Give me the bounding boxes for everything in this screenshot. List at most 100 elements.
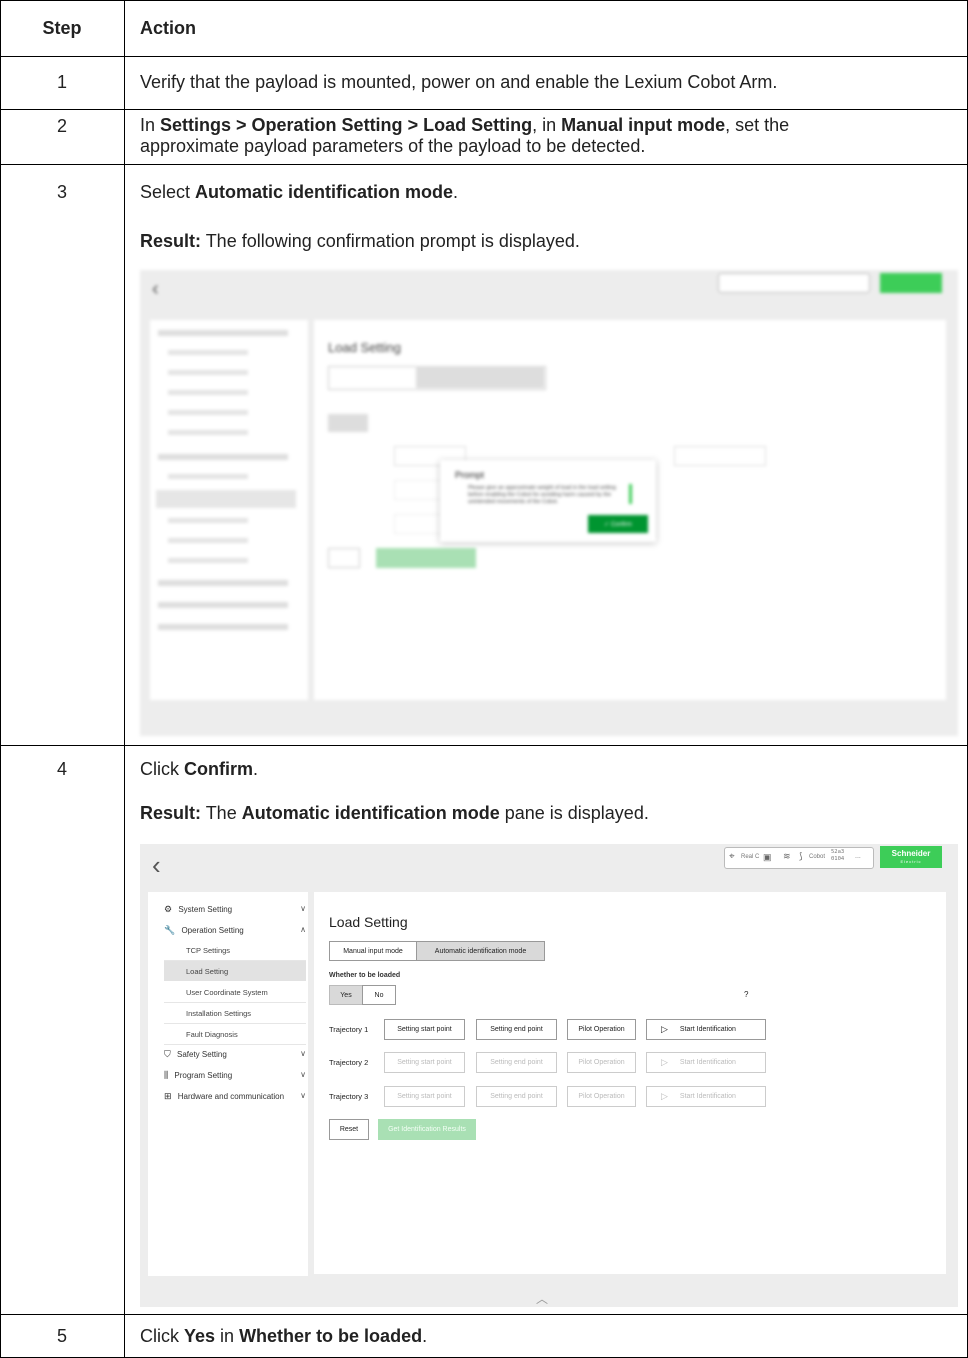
sidebar-item-operation-setting[interactable]: 🔧 Operation Setting ∧ <box>164 925 306 936</box>
sidebar-item-tcp-settings[interactable]: TCP Settings <box>164 940 306 961</box>
chevron-down-icon: ∨ <box>300 1070 306 1079</box>
start-identification-button[interactable]: ▷ Start Identification <box>646 1052 766 1073</box>
prompt-dialog: Prompt Please give an approximate weight… <box>440 460 656 542</box>
step-number: 2 <box>56 116 67 136</box>
start-identification-button[interactable]: ▷ Start Identification <box>646 1086 766 1107</box>
page-title: Load Setting <box>329 914 408 930</box>
back-icon[interactable]: ‹ <box>152 850 161 881</box>
sidebar-blurred <box>150 320 308 700</box>
play-icon: ▷ <box>661 1091 668 1101</box>
scrollbar[interactable] <box>629 484 632 504</box>
sidebar-item-installation-settings[interactable]: Installation Settings <box>164 1003 306 1024</box>
chevron-up-icon[interactable]: ︿ <box>536 1290 548 1307</box>
sidebar-item-label: Load Setting <box>186 967 229 976</box>
sidebar-item-user-coordinate-system[interactable]: User Coordinate System <box>164 982 306 1003</box>
setting-start-point-button[interactable]: Setting start point <box>384 1019 465 1040</box>
pilot-operation-button[interactable]: Pilot Operation <box>567 1086 636 1107</box>
page-title: Load Setting <box>328 340 402 355</box>
chevron-down-icon: ∨ <box>300 904 306 913</box>
sidebar-item-label: User Coordinate System <box>186 988 268 997</box>
cobot-icon: ⟆ <box>799 851 803 861</box>
sidebar-item-hardware-communication[interactable]: ⊞ Hardware and communication ∨ <box>164 1091 306 1102</box>
setting-start-point-button[interactable]: Setting start point <box>384 1086 465 1107</box>
step-number: 3 <box>56 182 67 202</box>
chevron-up-icon: ∧ <box>300 925 306 934</box>
prompt-screenshot: ‹ Load Setting Prompt Please give an app… <box>140 270 958 736</box>
setting-end-point-button[interactable]: Setting end point <box>476 1052 557 1073</box>
sidebar-item-label: Fault Diagnosis <box>186 1030 238 1039</box>
network-icon: ⊞ <box>164 1091 172 1101</box>
wrench-icon: 🔧 <box>164 925 176 935</box>
brand-name: Schneider <box>891 849 931 858</box>
robot-arm-icon: ⌖ <box>729 851 735 862</box>
sidebar-item-label: Operation Setting <box>181 926 244 935</box>
start-identification-label: Start Identification <box>679 1093 736 1100</box>
tab-manual-input-mode[interactable]: Manual input mode <box>329 941 417 961</box>
back-icon: ‹ <box>152 278 159 300</box>
sidebar-item-label: Program Setting <box>174 1071 233 1080</box>
no-button[interactable]: No <box>362 985 396 1005</box>
play-icon: ▷ <box>661 1057 668 1067</box>
chevron-down-icon: ∨ <box>300 1091 306 1100</box>
wifi-icon: ≋ <box>783 851 791 861</box>
start-identification-label: Start Identification <box>679 1026 736 1033</box>
sidebar-item-label: System Setting <box>178 905 233 914</box>
step-number: 1 <box>56 72 67 92</box>
setting-end-point-button[interactable]: Setting end point <box>476 1019 557 1040</box>
cobot-code: 52a3 0104 <box>831 849 845 862</box>
prompt-message: Please give an approximate weight of loa… <box>468 485 616 505</box>
sidebar-item-safety-setting[interactable]: ⛉ Safety Setting ∨ <box>164 1049 306 1060</box>
prompt-title: Prompt <box>455 470 485 480</box>
sidebar-item-label: Installation Settings <box>186 1009 252 1018</box>
setting-end-point-button[interactable]: Setting end point <box>476 1086 557 1107</box>
trajectory-label: Trajectory 2 <box>329 1058 369 1067</box>
more-icon[interactable]: ... <box>855 853 861 860</box>
sidebar-item-fault-diagnosis[interactable]: Fault Diagnosis <box>164 1024 306 1045</box>
step-number: 4 <box>56 759 67 779</box>
play-icon: ▷ <box>661 1024 668 1034</box>
clipboard-icon: ▣ <box>763 852 772 862</box>
pilot-operation-button[interactable]: Pilot Operation <box>567 1019 636 1040</box>
tab-automatic-identification-mode[interactable]: Automatic identification mode <box>416 941 545 961</box>
sidebar-item-load-setting[interactable]: Load Setting <box>164 961 306 981</box>
help-icon[interactable]: ? <box>744 990 748 999</box>
shield-icon: ⛉ <box>164 1049 171 1059</box>
loaded-label: Whether to be loaded <box>329 972 401 979</box>
load-setting-panel: Load Setting Manual input mode Automatic… <box>314 892 946 1274</box>
gear-icon: ⚙ <box>164 904 173 914</box>
confirm-button[interactable]: ✓ Confirm <box>588 515 648 533</box>
sidebar: ⚙ System Setting ∨ 🔧 Operation Setting ∧… <box>148 892 308 1276</box>
sidebar-item-label: Safety Setting <box>177 1050 227 1059</box>
load-setting-screenshot: ‹ ⌖ Real C ▣ ≋ ⟆ Cobot 52a3 0104 ... Schn… <box>140 844 958 1307</box>
header-step: Step <box>42 18 82 38</box>
cobot-status: Cobot <box>809 854 826 860</box>
step-4-text: Click Confirm. <box>140 759 259 779</box>
step-number: 5 <box>56 1326 67 1346</box>
trajectory-label: Trajectory 3 <box>329 1092 369 1101</box>
step-4-result: Result: The Automatic identification mod… <box>140 803 649 823</box>
step-3-result: Result: The following confirmation promp… <box>140 231 580 251</box>
status-bar <box>718 273 870 293</box>
brand-logo: Schneider Electric <box>880 846 942 868</box>
start-identification-label: Start Identification <box>679 1059 736 1066</box>
reset-button[interactable]: Reset <box>329 1119 369 1140</box>
get-identification-results-button[interactable]: Get Identification Results <box>378 1119 476 1140</box>
yes-button[interactable]: Yes <box>329 985 363 1005</box>
chevron-down-icon: ∨ <box>300 1049 306 1058</box>
header-action: Action <box>140 18 196 38</box>
step-3-text: Select Automatic identification mode. <box>140 182 459 202</box>
step-5-text: Click Yes in Whether to be loaded. <box>140 1326 428 1346</box>
mode-status: Real C <box>741 854 760 860</box>
pilot-operation-button[interactable]: Pilot Operation <box>567 1052 636 1073</box>
brand-logo <box>880 273 942 293</box>
sidebar-item-label: TCP Settings <box>186 946 231 955</box>
start-identification-button[interactable]: ▷ Start Identification <box>646 1019 766 1040</box>
sidebar-item-label: Hardware and communication <box>177 1092 285 1101</box>
status-bar: ⌖ Real C ▣ ≋ ⟆ Cobot 52a3 0104 ... <box>724 847 874 869</box>
sidebar-item-program-setting[interactable]: ⫼ Program Setting ∨ <box>164 1070 306 1081</box>
step-1-text: Verify that the payload is mounted, powe… <box>140 72 778 92</box>
sidebar-item-system-setting[interactable]: ⚙ System Setting ∨ <box>164 904 306 915</box>
step-2-line-2: approximate payload parameters of the pa… <box>140 136 646 156</box>
sliders-icon: ⫼ <box>164 1070 169 1080</box>
setting-start-point-button[interactable]: Setting start point <box>384 1052 465 1073</box>
